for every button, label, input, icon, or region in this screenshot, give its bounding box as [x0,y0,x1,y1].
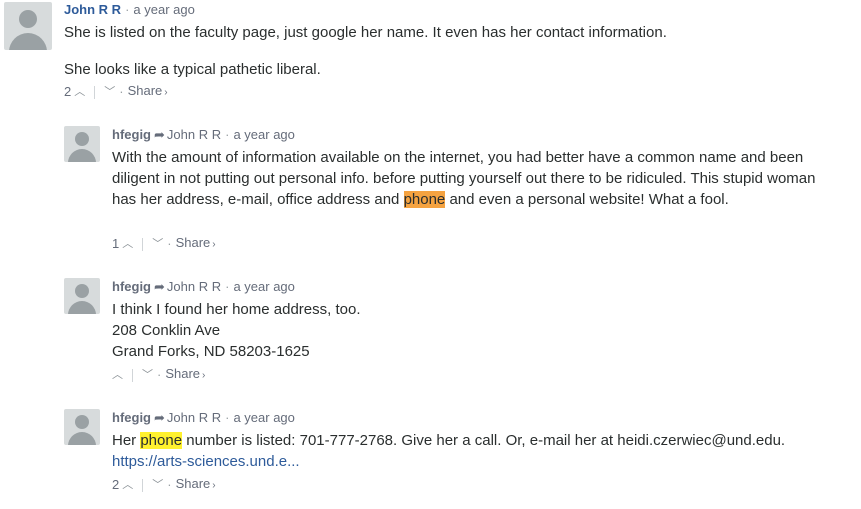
separator-dot: · [225,279,230,294]
comment-paragraph: https://arts-sciences.und.e... [112,451,852,472]
comment-body: Her phone number is listed: 701-777-2768… [112,430,852,472]
comment-author[interactable]: hfegig [112,410,151,425]
avatar-body-shape [9,33,47,50]
avatar[interactable] [64,409,100,445]
upvote-icon[interactable]: ︿ [74,84,85,100]
avatar[interactable] [4,2,52,50]
comment-author[interactable]: hfegig [112,127,151,142]
chevron-right-icon: › [212,239,216,250]
divider [94,85,96,99]
comment-paragraph: She is listed on the faculty page, just … [64,24,667,41]
downvote-icon[interactable]: ﹀ [152,477,163,493]
comment-header: hfegig ➦ John R R · a year ago [112,279,295,295]
avatar-body-shape [68,301,96,314]
avatar-body-shape [68,432,96,445]
reply-to-author[interactable]: John R R [167,279,221,294]
comment-text: and even a personal website! What a fool… [445,191,729,208]
downvote-icon[interactable]: ﹀ [152,236,163,252]
comment-time[interactable]: a year ago [233,127,294,142]
comment-author[interactable]: hfegig [112,279,151,294]
comment-link[interactable]: https://arts-sciences.und.e... [112,453,300,470]
separator-dot: · [167,236,172,251]
separator-dot: · [157,367,162,382]
separator-dot: · [167,477,172,492]
chevron-right-icon: › [212,480,216,491]
separator-dot: · [125,2,130,17]
chevron-right-icon: › [164,87,168,98]
vote-count: 2 [64,84,72,99]
share-button[interactable]: Share › [128,83,168,101]
comment-body: I think I found her home address, too. 2… [112,299,824,362]
upvote-icon[interactable]: ︿ [122,236,133,252]
comment-body: With the amount of information available… [112,147,824,210]
comment-paragraph: Her phone number is listed: 701-777-2768… [112,430,852,451]
comment-text: number is listed: 701-777-2768. Give her… [182,432,786,449]
vote-count: 2 [112,477,120,492]
reply-arrow-icon: ➦ [154,279,165,294]
comment-line: Grand Forks, ND 58203-1625 [112,343,310,360]
share-label: Share [175,476,211,491]
separator-dot: · [225,410,230,425]
upvote-icon[interactable]: ︿ [112,367,123,383]
separator-dot: · [225,127,230,142]
avatar-body-shape [68,149,96,162]
comment-actions: ︿ ﹀ · Share › [112,366,205,384]
share-button[interactable]: Share › [176,235,216,253]
comment-line: 208 Conklin Ave [112,322,221,339]
comment-actions: 2 ︿ ﹀ · Share › [112,476,216,494]
search-highlight: phone [403,191,446,208]
avatar-head-shape [75,415,89,429]
comment-time[interactable]: a year ago [133,2,194,17]
comment-text: Her [112,432,141,449]
reply-arrow-icon: ➦ [154,410,165,425]
vote-count: 1 [112,236,120,251]
avatar-head-shape [19,10,37,28]
chevron-right-icon: › [202,370,206,381]
share-button[interactable]: Share › [176,476,216,494]
downvote-icon[interactable]: ﹀ [142,367,153,383]
comment-time[interactable]: a year ago [233,410,294,425]
share-label: Share [165,366,201,381]
divider [132,368,133,382]
share-button[interactable]: Share › [165,366,205,384]
divider [142,237,144,251]
search-highlight: phone [140,432,183,449]
comment-actions: 2 ︿ ﹀ · Share › [64,83,168,101]
comment-line: I think I found her home address, too. [112,301,361,318]
comment-time[interactable]: a year ago [233,279,294,294]
divider [142,478,144,492]
downvote-icon[interactable]: ﹀ [104,84,115,100]
reply-to-author[interactable]: John R R [167,410,221,425]
comment-paragraph: With the amount of information available… [112,147,824,210]
comment-paragraph: She looks like a typical pathetic libera… [64,61,321,78]
reply-to-author[interactable]: John R R [167,127,221,142]
reply-arrow-icon: ➦ [154,127,165,142]
avatar-head-shape [75,132,89,146]
comment-header: hfegig ➦ John R R · a year ago [112,410,295,426]
avatar[interactable] [64,126,100,162]
avatar[interactable] [64,278,100,314]
comment-header: John R R · a year ago [64,2,195,18]
share-label: Share [175,235,211,250]
upvote-icon[interactable]: ︿ [122,477,133,493]
avatar-head-shape [75,284,89,298]
comment-author[interactable]: John R R [64,2,121,17]
separator-dot: · [119,84,124,99]
comment-body: She is listed on the faculty page, just … [64,22,844,80]
comment-header: hfegig ➦ John R R · a year ago [112,127,295,143]
share-label: Share [127,83,163,98]
comment-actions: 1 ︿ ﹀ · Share › [112,235,216,253]
